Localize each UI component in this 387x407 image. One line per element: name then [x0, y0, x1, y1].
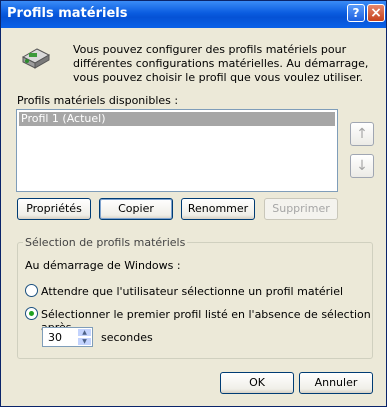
- seconds-spinner[interactable]: 30 ▲ ▼: [42, 327, 93, 347]
- rename-button[interactable]: Renommer: [181, 198, 255, 220]
- delete-button[interactable]: Supprimer: [264, 198, 338, 220]
- profile-item[interactable]: Profil 1 (Actuel): [19, 112, 335, 126]
- spin-down-icon[interactable]: ▼: [77, 337, 92, 346]
- startup-label: Au démarrage de Windows :: [25, 259, 181, 272]
- ok-button[interactable]: OK: [220, 372, 294, 394]
- window-title: Profils matériels: [7, 6, 128, 21]
- wait-option-label[interactable]: Attendre que l'utilisateur sélectionne u…: [41, 285, 343, 298]
- hardware-profiles-dialog: Profils matériels ? × Vous pouvez config…: [0, 0, 387, 407]
- title-bar[interactable]: Profils matériels ? ×: [1, 1, 386, 28]
- close-button[interactable]: ×: [367, 4, 385, 22]
- properties-button[interactable]: Propriétés: [17, 198, 91, 220]
- seconds-label: secondes: [101, 331, 153, 344]
- copy-button[interactable]: Copier: [99, 198, 173, 220]
- profiles-listbox[interactable]: Profil 1 (Actuel): [16, 109, 338, 192]
- move-down-button[interactable]: ↓: [350, 154, 374, 178]
- profiles-list-label: Profils matériels disponibles :: [17, 94, 179, 107]
- help-button[interactable]: ?: [347, 4, 365, 22]
- hardware-icon: [21, 48, 51, 69]
- intro-text: Vous pouvez configurer des profils matér…: [73, 43, 369, 84]
- first-profile-radio[interactable]: [25, 307, 38, 320]
- seconds-value[interactable]: 30: [48, 331, 62, 344]
- spin-up-icon[interactable]: ▲: [77, 328, 92, 337]
- cancel-button[interactable]: Annuler: [299, 372, 373, 394]
- wait-radio[interactable]: [25, 284, 38, 297]
- move-up-button[interactable]: ↑: [350, 122, 374, 146]
- group-title: Sélection de profils matériels: [23, 236, 188, 249]
